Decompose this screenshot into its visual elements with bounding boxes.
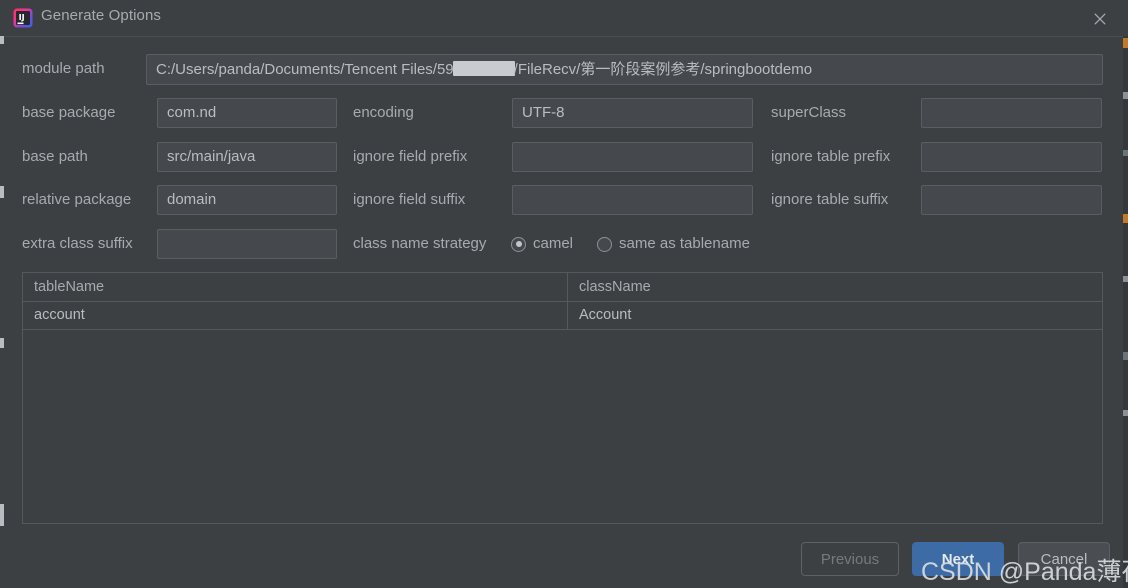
title-divider: [4, 36, 1123, 37]
title-bar: IJ Generate Options: [0, 0, 1128, 36]
column-header-tablename[interactable]: tableName: [23, 273, 568, 301]
extra-class-suffix-input[interactable]: [157, 229, 337, 259]
radio-same-as-tablename-label: same as tablename: [619, 235, 750, 252]
cell-classname[interactable]: Account: [568, 302, 1102, 329]
super-class-input[interactable]: [921, 98, 1102, 128]
label-extra-class-suffix: extra class suffix: [22, 235, 133, 252]
label-super-class: superClass: [771, 104, 847, 121]
cancel-button[interactable]: Cancel: [1018, 542, 1110, 576]
module-path-value-suffix: /FileRecv/第一阶段案例参考/springbootdemo: [513, 61, 813, 78]
radio-camel-label: camel: [533, 235, 574, 252]
next-button[interactable]: Next: [912, 542, 1004, 576]
label-ignore-field-suffix: ignore field suffix: [353, 191, 466, 208]
radio-same-as-tablename-indicator: [597, 236, 613, 252]
module-path-input[interactable]: C:/Users/panda/Documents/Tencent Files/5…: [146, 54, 1103, 85]
label-base-path: base path: [22, 148, 88, 165]
table-row[interactable]: account Account: [23, 302, 1102, 330]
class-name-strategy-radio-group: camel same as tablename: [511, 229, 750, 259]
ignore-field-suffix-input[interactable]: [512, 185, 753, 215]
radio-same-as-tablename[interactable]: same as tablename: [597, 236, 750, 252]
intellij-idea-icon: IJ: [13, 8, 33, 28]
label-encoding: encoding: [353, 104, 414, 121]
ignore-field-prefix-input[interactable]: [512, 142, 753, 172]
radio-camel-indicator: [511, 236, 526, 252]
encoding-input[interactable]: UTF-8: [512, 98, 753, 128]
base-path-input[interactable]: src/main/java: [157, 142, 337, 172]
module-path-value-prefix: C:/Users/panda/Documents/Tencent Files/5…: [156, 61, 454, 78]
base-path-value: src/main/java: [167, 148, 256, 165]
window-left-edge: [0, 0, 4, 588]
label-base-package: base package: [22, 104, 116, 121]
encoding-value: UTF-8: [522, 104, 565, 121]
table-header-row: tableName className: [23, 273, 1102, 302]
previous-button[interactable]: Previous: [801, 542, 899, 576]
column-header-classname[interactable]: className: [568, 273, 1102, 301]
ignore-table-prefix-input[interactable]: [921, 142, 1102, 172]
close-icon[interactable]: [1086, 6, 1114, 32]
window-right-edge: [1123, 0, 1128, 588]
label-module-path: module path: [22, 60, 105, 77]
ignore-table-suffix-input[interactable]: [921, 185, 1102, 215]
window-title: Generate Options: [41, 7, 162, 24]
module-path-redaction: [452, 61, 515, 76]
relative-package-value: domain: [167, 191, 217, 208]
relative-package-input[interactable]: domain: [157, 185, 337, 215]
svg-text:IJ: IJ: [19, 12, 25, 22]
label-class-name-strategy: class name strategy: [353, 235, 487, 252]
generate-options-dialog: IJ Generate Options module path C:/Users…: [0, 0, 1128, 588]
label-ignore-field-prefix: ignore field prefix: [353, 148, 468, 165]
label-relative-package: relative package: [22, 191, 132, 208]
base-package-value: com.nd: [167, 104, 217, 121]
tables-table[interactable]: tableName className account Account: [22, 272, 1103, 524]
radio-camel[interactable]: camel: [511, 236, 573, 252]
label-ignore-table-suffix: ignore table suffix: [771, 191, 889, 208]
base-package-input[interactable]: com.nd: [157, 98, 337, 128]
label-ignore-table-prefix: ignore table prefix: [771, 148, 891, 165]
cell-tablename: account: [23, 302, 568, 329]
